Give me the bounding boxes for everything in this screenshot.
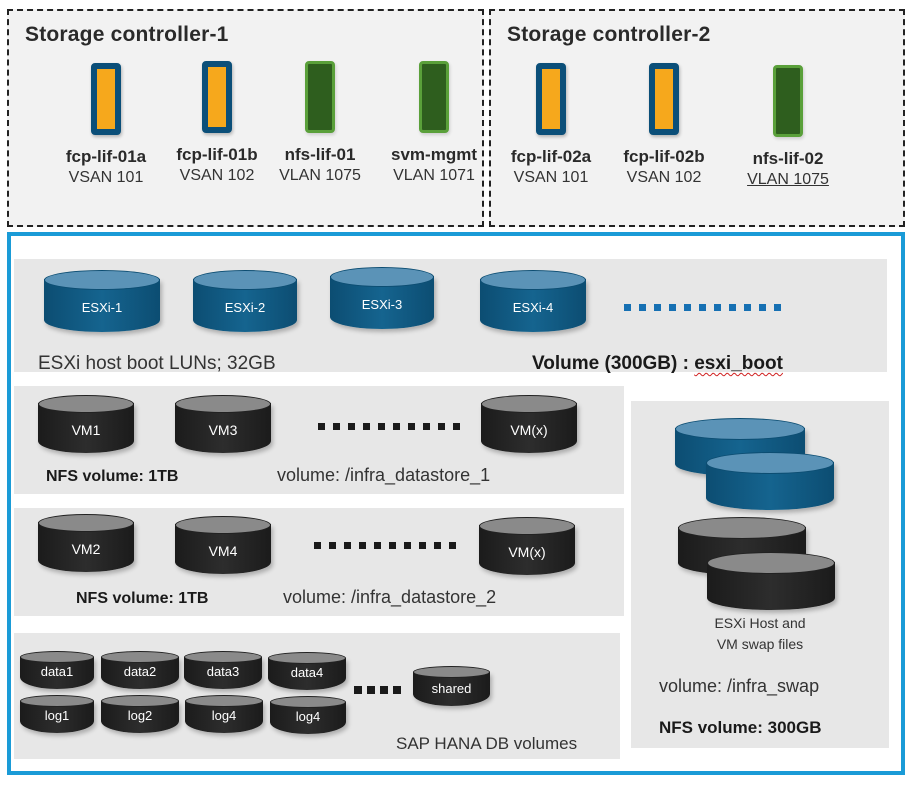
lif-network: VLAN 1075 <box>747 171 829 188</box>
boot-volume-label: Volume (300GB) : esxi_boot <box>532 353 783 375</box>
disk-vm3: VM3 <box>175 395 271 453</box>
disk-data1: data1 <box>20 651 94 689</box>
boot-lun-caption: ESXi host boot LUNs; 32GB <box>38 353 276 374</box>
nfs-port-icon <box>773 65 803 137</box>
lif-name: nfs-lif-02 <box>752 149 824 168</box>
nfs-port-icon <box>419 61 449 133</box>
disk-esxi-3: ESXi-3 <box>330 267 434 329</box>
disk-swap-black-2 <box>707 552 835 610</box>
lif-name: svm-mgmt <box>391 145 477 164</box>
fcp-port-icon <box>649 63 679 135</box>
more-luns-ellipsis <box>624 304 781 311</box>
lif-network: VSAN 101 <box>513 169 589 186</box>
datastore-1-size: NFS volume: 1TB <box>46 468 179 485</box>
lif-name: fcp-lif-01a <box>65 147 147 166</box>
lif-name: fcp-lif-01b <box>176 145 258 164</box>
disk-data3: data3 <box>184 651 262 689</box>
disk-shared: shared <box>413 666 490 706</box>
datastore-1-volume: volume: /infra_datastore_1 <box>277 465 491 485</box>
lif-fcp-lif-02a: fcp-lif-02a VSAN 101 <box>496 63 606 187</box>
boot-volume-size: Volume (300GB) : <box>532 353 695 374</box>
disk-vmx: VM(x) <box>481 395 577 453</box>
lif-network: VLAN 1071 <box>393 167 475 184</box>
disk-vmx: VM(x) <box>479 517 575 575</box>
disk-vm1: VM1 <box>38 395 134 453</box>
swap-volume: volume: /infra_swap <box>659 676 820 696</box>
lif-name: fcp-lif-02a <box>510 147 592 166</box>
swap-caption-line1: ESXi Host and <box>714 615 806 631</box>
more-vms-ellipsis <box>318 423 460 430</box>
more-hana-ellipsis <box>354 686 401 694</box>
nfs-port-icon <box>305 61 335 133</box>
disk-vm2: VM2 <box>38 514 134 572</box>
disk-data4: data4 <box>268 652 346 690</box>
lif-nfs-lif-01: nfs-lif-01 VLAN 1075 <box>265 61 375 185</box>
lif-network: VSAN 102 <box>626 169 702 186</box>
lif-svm-mgmt: svm-mgmt VLAN 1071 <box>379 61 489 185</box>
boot-volume-name: esxi_boot <box>694 353 783 374</box>
disk-swap-blue-2 <box>706 452 834 510</box>
swap-size: NFS volume: 300GB <box>659 718 822 737</box>
disk-log4: log4 <box>270 696 346 734</box>
lif-network: VSAN 101 <box>68 169 144 186</box>
lif-fcp-lif-01a: fcp-lif-01a VSAN 101 <box>51 63 161 187</box>
disk-esxi-2: ESXi-2 <box>193 270 297 332</box>
lif-fcp-lif-01b: fcp-lif-01b VSAN 102 <box>162 61 272 185</box>
controller-title: Storage controller-2 <box>507 23 711 46</box>
lif-network: VSAN 102 <box>179 167 255 184</box>
lif-name: fcp-lif-02b <box>623 147 705 166</box>
datastore-2-volume: volume: /infra_datastore_2 <box>283 587 497 607</box>
more-vms-ellipsis <box>314 542 456 549</box>
fcp-port-icon <box>536 63 566 135</box>
datastore-2-size: NFS volume: 1TB <box>76 590 209 607</box>
lif-fcp-lif-02b: fcp-lif-02b VSAN 102 <box>609 63 719 187</box>
lif-nfs-lif-02: nfs-lif-02 VLAN 1075 <box>733 65 843 189</box>
disk-log2: log2 <box>101 695 179 733</box>
disk-esxi-1: ESXi-1 <box>44 270 160 332</box>
fcp-port-icon <box>91 63 121 135</box>
lif-name: nfs-lif-01 <box>284 145 356 164</box>
controller-title: Storage controller-1 <box>25 23 229 46</box>
lif-network: VLAN 1075 <box>279 167 361 184</box>
disk-log3: log4 <box>185 695 263 733</box>
hana-caption: SAP HANA DB volumes <box>396 734 578 753</box>
disk-esxi-4: ESXi-4 <box>480 270 586 332</box>
storage-controller-1: Storage controller-1 fcp-lif-01a VSAN 10… <box>7 9 484 227</box>
disk-log1: log1 <box>20 695 94 733</box>
fcp-port-icon <box>202 61 232 133</box>
storage-controller-2: Storage controller-2 fcp-lif-02a VSAN 10… <box>489 9 905 227</box>
disk-vm4: VM4 <box>175 516 271 574</box>
disk-data2: data2 <box>101 651 179 689</box>
swap-caption-line2: VM swap files <box>716 636 804 652</box>
